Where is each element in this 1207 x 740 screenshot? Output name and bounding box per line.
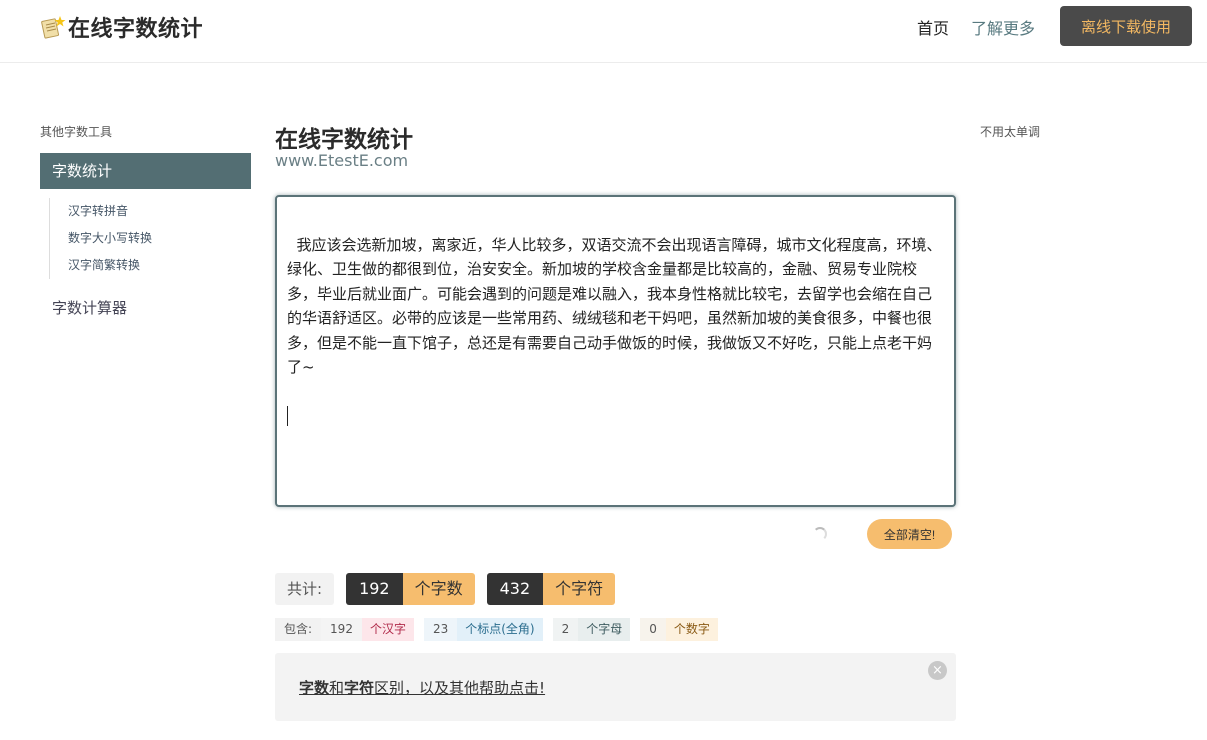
text-input-area[interactable]: 我应该会选新加坡，离家近，华人比较多，双语交流不会出现语言障碍，城市文化程度高，…: [275, 195, 956, 507]
clear-all-button[interactable]: 全部清空!: [867, 519, 952, 549]
han-count-value: 192: [321, 618, 362, 641]
text-content: 我应该会选新加坡，离家近，华人比较多，双语交流不会出现语言障碍，城市文化程度高，…: [287, 235, 942, 377]
sidebar-title: 其他字数工具: [40, 125, 113, 139]
resize-grip-icon[interactable]: [942, 493, 952, 503]
page-title: 在线字数统计: [275, 127, 413, 153]
sidebar-sub-list: 汉字转拼音 数字大小写转换 汉字简繁转换: [49, 198, 152, 279]
sidebar-item-pinyin[interactable]: 汉字转拼音: [68, 198, 152, 225]
download-button[interactable]: 离线下载使用: [1060, 6, 1192, 46]
notebook-icon: [40, 14, 66, 40]
nav-home-link[interactable]: 首页: [917, 15, 949, 39]
letter-count-unit: 个字母: [578, 618, 631, 641]
letter-count-pill: 2 个字母: [552, 618, 631, 641]
digit-count-value: 0: [640, 618, 666, 641]
text-caret: [287, 406, 288, 426]
loading-spinner-icon: [813, 527, 827, 541]
site-logo[interactable]: 在线字数统计: [40, 10, 203, 44]
help-link[interactable]: 字数和字符区别，以及其他帮助点击!: [299, 677, 545, 698]
includes-row: 包含: 192 个汉字 23 个标点(全角) 2 个字母 0 个数字: [275, 618, 718, 641]
help-word-term: 字数: [299, 679, 330, 697]
char-count-value: 432: [486, 573, 544, 605]
nav-more-link[interactable]: 了解更多: [971, 15, 1035, 39]
logo-text: 在线字数统计: [68, 17, 204, 42]
digit-count-pill: 0 个数字: [640, 618, 718, 641]
sidebar-item-number-case[interactable]: 数字大小写转换: [68, 225, 152, 252]
word-count-value: 192: [346, 573, 403, 605]
totals-row: 共计: 192 个字数 432 个字符: [275, 573, 616, 605]
punct-count-unit: 个标点(全角): [457, 618, 543, 641]
sidebar-item-traditional[interactable]: 汉字简繁转换: [68, 252, 152, 279]
letter-count-value: 2: [552, 618, 579, 641]
punct-count-value: 23: [423, 618, 458, 641]
punct-count-pill: 23 个标点(全角): [423, 618, 543, 641]
help-box: 字数和字符区别，以及其他帮助点击! ×: [275, 653, 956, 721]
help-char-term: 字符: [344, 679, 375, 697]
han-count-unit: 个汉字: [361, 618, 414, 641]
sidebar-item-word-count[interactable]: 字数统计: [40, 153, 251, 189]
right-column-label: 不用太单调: [980, 125, 1041, 139]
word-count-badge: 192 个字数: [346, 573, 475, 605]
han-count-pill: 192 个汉字: [321, 618, 414, 641]
digit-count-unit: 个数字: [665, 618, 718, 641]
includes-label: 包含:: [275, 618, 322, 641]
help-and: 和: [329, 679, 345, 697]
close-icon[interactable]: ×: [928, 661, 947, 680]
char-count-unit: 个字符: [543, 573, 616, 605]
top-bar: 在线字数统计 首页 了解更多 离线下载使用: [0, 0, 1207, 63]
totals-label: 共计:: [275, 573, 335, 605]
top-nav: 首页 了解更多: [917, 15, 1035, 39]
help-rest: 区别，以及其他帮助点击!: [374, 679, 546, 697]
sidebar-item-calculator[interactable]: 字数计算器: [52, 297, 127, 318]
char-count-badge: 432 个字符: [486, 573, 616, 605]
word-count-unit: 个字数: [402, 573, 475, 605]
page-subtitle: www.EtestE.com: [275, 151, 409, 170]
